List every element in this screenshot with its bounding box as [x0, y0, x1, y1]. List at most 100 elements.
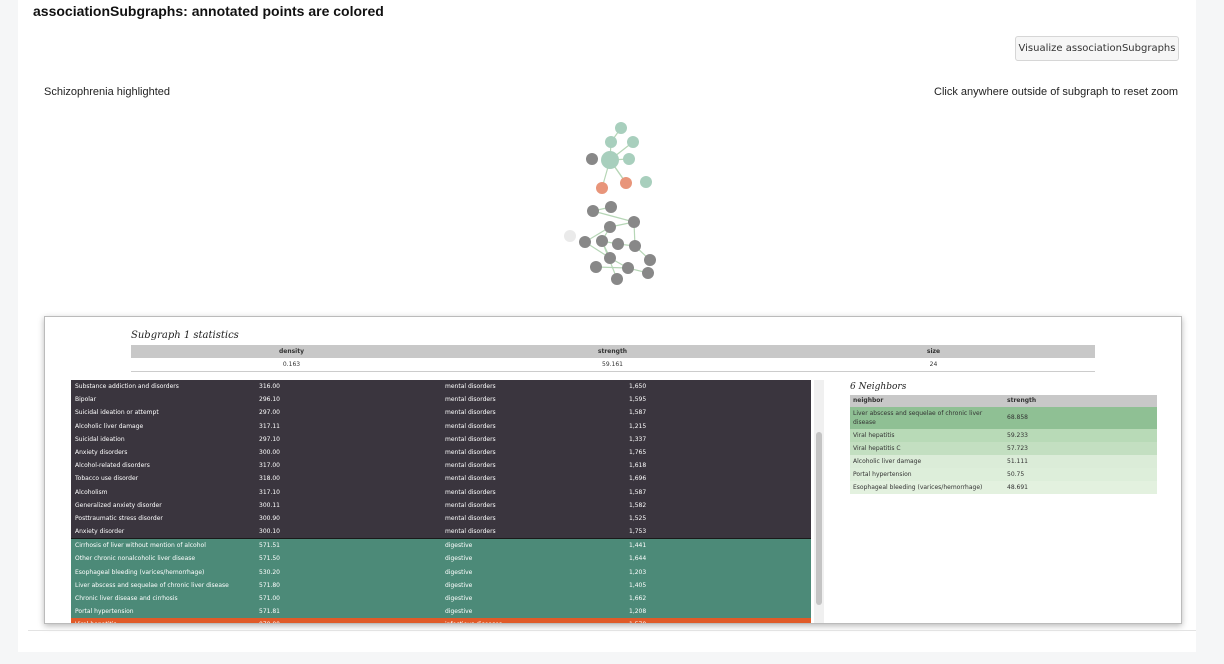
- stats-header-size: size: [926, 348, 941, 355]
- graph-node[interactable]: [644, 254, 656, 266]
- graph-node[interactable]: [611, 273, 623, 285]
- neighbor-row[interactable]: Viral hepatitis C 57.723: [850, 442, 1157, 455]
- table-row[interactable]: Alcoholic liver damage 317.11 mental disor…: [71, 419, 811, 433]
- cell-category: mental disorders: [445, 383, 496, 390]
- cell-code: 297.00: [259, 409, 280, 417]
- neighbor-row[interactable]: Esophageal bleeding (varices/hemorrhage)…: [850, 481, 1157, 494]
- cell-name: Alcoholic liver damage: [75, 422, 144, 430]
- table-scrollbar[interactable]: [814, 380, 824, 623]
- cell-count: 1,525: [629, 514, 647, 522]
- cell-count: 1,765: [629, 448, 647, 456]
- graph-node[interactable]: [605, 136, 617, 148]
- cell-count: 1,203: [629, 568, 647, 576]
- table-row[interactable]: Alcohol-related disorders 317.00 mental di…: [71, 459, 811, 473]
- graph-node[interactable]: [640, 176, 652, 188]
- graph-node[interactable]: [612, 238, 624, 250]
- cell-name: Substance addiction and disorders: [75, 383, 179, 390]
- neighbor-row[interactable]: Liver abscess and sequelae of chronic li…: [850, 407, 1157, 429]
- table-row[interactable]: Suicidal ideation or attempt 297.00 mental…: [71, 406, 811, 420]
- cell-code: 571.50: [259, 555, 280, 563]
- graph-node[interactable]: [579, 236, 591, 248]
- table-row[interactable]: Suicidal ideation 297.10 mental disorders 1…: [71, 432, 811, 446]
- cell-name: Chronic liver disease and cirrhosis: [75, 595, 178, 602]
- table-row[interactable]: Esophageal bleeding (varices/hemorrhage)…: [71, 565, 811, 579]
- neighbor-row[interactable]: Alcoholic liver damage 51.111: [850, 455, 1157, 468]
- graph-node[interactable]: [623, 153, 635, 165]
- table-row[interactable]: Bipolar 296.10 mental disorders 1,595: [71, 393, 811, 407]
- table-row[interactable]: Tobacco use disorder 318.00 mental disorde…: [71, 472, 811, 486]
- cell-count: 1,208: [629, 608, 647, 616]
- graph-node[interactable]: [642, 267, 654, 279]
- cell-name: Tobacco use disorder: [75, 475, 139, 483]
- graph-node[interactable]: [586, 153, 598, 165]
- stats-value-strength: 59.161: [602, 361, 623, 368]
- cell-count: 1,441: [629, 542, 647, 550]
- cell-code: 297.10: [259, 435, 280, 443]
- cell-count: 1,595: [629, 396, 647, 404]
- graph-node[interactable]: [622, 262, 634, 274]
- cell-name: Cirrhosis of liver without mention of al…: [75, 542, 206, 550]
- neighbors-title: 6 Neighbors: [850, 382, 907, 392]
- graph-node[interactable]: [628, 216, 640, 228]
- table-row[interactable]: Anxiety disorder 300.10 mental disorders 1,…: [71, 525, 811, 539]
- cell-count: 1,587: [629, 488, 647, 496]
- cell-category: mental disorders: [445, 488, 496, 496]
- table-row[interactable]: Substance addiction and disorders 316.00 m…: [71, 380, 811, 394]
- graph-node[interactable]: [596, 182, 608, 194]
- table-row[interactable]: Liver abscess and sequelae of chronic li…: [71, 578, 811, 592]
- table-row[interactable]: Posttraumatic stress disorder 300.90 menta…: [71, 511, 811, 526]
- network-graph[interactable]: [18, 0, 1196, 300]
- cell-name: Posttraumatic stress disorder: [75, 514, 163, 522]
- graph-node[interactable]: [620, 177, 632, 189]
- graph-node[interactable]: [596, 235, 608, 247]
- cell-category: digestive: [445, 608, 473, 616]
- table-row[interactable]: Chronic liver disease and cirrhosis 571.0…: [71, 592, 811, 606]
- cell-code: 571.81: [259, 608, 280, 616]
- neighbor-name: Viral hepatitis: [853, 432, 895, 439]
- page-container: associationSubgraphs: annotated points a…: [18, 0, 1196, 652]
- cell-name: Alcoholism: [75, 488, 108, 496]
- stats-value-row: 0.163 59.161 24: [131, 358, 1095, 372]
- graph-node[interactable]: [627, 136, 639, 148]
- neighbor-row[interactable]: Portal hypertension 50.75: [850, 468, 1157, 481]
- table-row[interactable]: Anxiety disorders 300.00 mental disorders 1…: [71, 445, 811, 460]
- cell-code: 300.11: [259, 501, 280, 509]
- neighbor-strength: 68.858: [1007, 414, 1028, 421]
- table-row[interactable]: Viral hepatitis 070.00 infectious diseases…: [71, 618, 811, 623]
- stats-header-strength: strength: [597, 348, 628, 355]
- graph-node[interactable]: [604, 221, 616, 233]
- table-row[interactable]: Alcoholism 317.10 mental disorders 1,587: [71, 485, 811, 499]
- scrollbar-thumb[interactable]: [816, 432, 822, 605]
- cell-count: 1,650: [629, 383, 647, 390]
- cell-name: Other chronic nonalcoholic liver disease: [75, 555, 196, 563]
- table-row[interactable]: Portal hypertension 571.81 digestive 1,208: [71, 605, 811, 619]
- cell-name: Portal hypertension: [75, 608, 134, 616]
- graph-node[interactable]: [629, 240, 641, 252]
- graph-node[interactable]: [587, 205, 599, 217]
- neighbor-row[interactable]: Viral hepatitis 59.233: [850, 429, 1157, 442]
- table-row[interactable]: Generalized anxiety disorder 300.11 mental…: [71, 498, 811, 512]
- cell-name: Anxiety disorder: [75, 528, 125, 536]
- graph-node[interactable]: [601, 151, 619, 169]
- cell-count: 1,753: [629, 528, 647, 536]
- table-row[interactable]: Cirrhosis of liver without mention of al…: [71, 538, 811, 553]
- cell-category: mental disorders: [445, 422, 496, 430]
- cell-count: 1,405: [629, 581, 647, 589]
- table-row[interactable]: Other chronic nonalcoholic liver disease…: [71, 552, 811, 566]
- cell-name: Alcohol-related disorders: [75, 462, 150, 470]
- phecode-table[interactable]: Substance addiction and disorders 316.00 m…: [71, 380, 811, 623]
- cell-count: 1,570: [629, 618, 646, 623]
- cell-name: Anxiety disorders: [75, 448, 128, 456]
- cell-code: 300.90: [259, 514, 280, 522]
- cell-code: 571.00: [259, 595, 280, 602]
- stats-header-row: density strength size: [131, 345, 1095, 358]
- subgraph-stats-title: Subgraph 1 statistics: [131, 330, 239, 341]
- cell-category: digestive: [445, 581, 473, 589]
- graph-node[interactable]: [564, 230, 576, 242]
- graph-node[interactable]: [590, 261, 602, 273]
- graph-node[interactable]: [615, 122, 627, 134]
- cell-category: mental disorders: [445, 514, 496, 522]
- graph-node[interactable]: [604, 252, 616, 264]
- graph-node[interactable]: [605, 201, 617, 213]
- cell-category: mental disorders: [445, 462, 496, 470]
